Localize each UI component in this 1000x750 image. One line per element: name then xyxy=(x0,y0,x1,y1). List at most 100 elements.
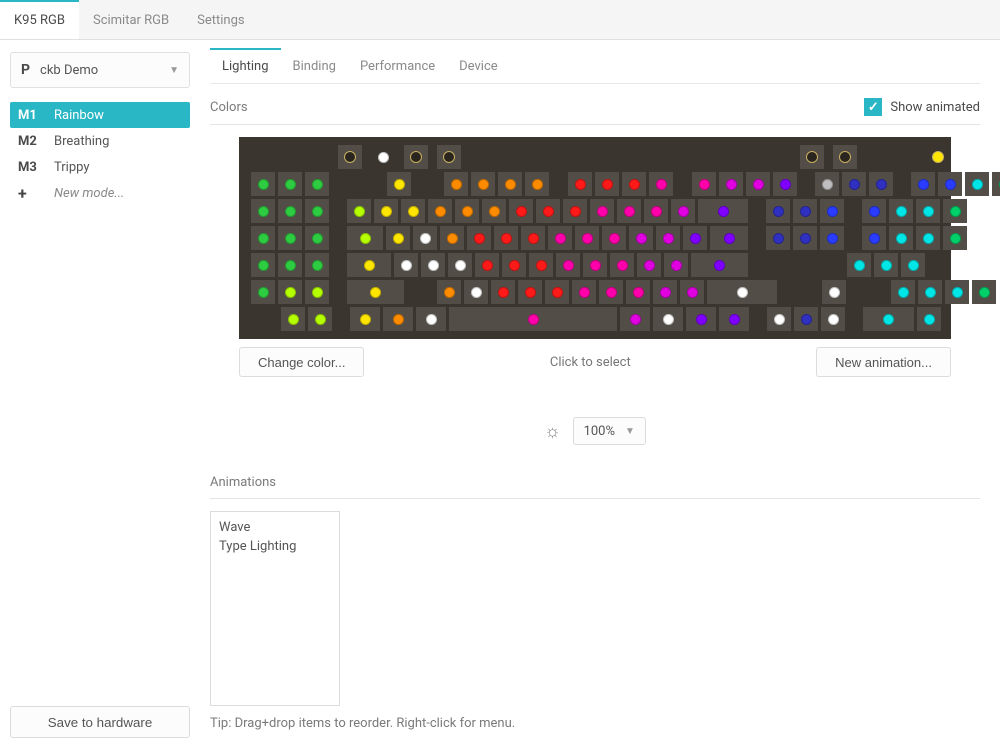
key-led[interactable] xyxy=(599,280,623,304)
key-led[interactable] xyxy=(691,253,748,277)
key-led[interactable] xyxy=(686,307,716,331)
key-led[interactable] xyxy=(278,172,302,196)
key-led[interactable] xyxy=(305,172,329,196)
key-led[interactable] xyxy=(491,280,515,304)
key-led[interactable] xyxy=(575,226,599,250)
key-led[interactable] xyxy=(862,199,886,223)
key-led[interactable] xyxy=(653,280,677,304)
key-led[interactable] xyxy=(889,199,913,223)
key-led[interactable] xyxy=(683,226,707,250)
key-led[interactable] xyxy=(637,253,661,277)
key-led[interactable] xyxy=(482,199,506,223)
change-color-button[interactable]: Change color... xyxy=(239,347,364,377)
key-led[interactable] xyxy=(692,172,716,196)
tab-lighting[interactable]: Lighting xyxy=(210,48,281,83)
tab-device[interactable]: Device xyxy=(447,48,510,83)
key-led[interactable] xyxy=(347,226,383,250)
key-led[interactable] xyxy=(416,307,446,331)
key-led[interactable] xyxy=(820,226,844,250)
key-led[interactable] xyxy=(305,280,329,304)
key-led[interactable] xyxy=(494,226,518,250)
key-led[interactable] xyxy=(583,253,607,277)
tab-binding[interactable]: Binding xyxy=(281,48,348,83)
key-led[interactable] xyxy=(350,307,380,331)
key-led[interactable] xyxy=(401,199,425,223)
key-led[interactable] xyxy=(653,307,683,331)
key-led[interactable] xyxy=(404,145,428,169)
key-led[interactable] xyxy=(521,226,545,250)
key-led[interactable] xyxy=(680,280,704,304)
key-led[interactable] xyxy=(374,199,398,223)
key-led[interactable] xyxy=(820,199,844,223)
key-led[interactable] xyxy=(455,199,479,223)
key-led[interactable] xyxy=(383,307,413,331)
key-led[interactable] xyxy=(629,226,653,250)
key-led[interactable] xyxy=(649,172,673,196)
key-led[interactable] xyxy=(464,280,488,304)
key-led[interactable] xyxy=(251,172,275,196)
key-led[interactable] xyxy=(943,226,967,250)
key-led[interactable] xyxy=(305,199,329,223)
key-led[interactable] xyxy=(671,199,695,223)
device-tab-k95[interactable]: K95 RGB xyxy=(0,0,79,39)
key-led[interactable] xyxy=(874,253,898,277)
key-led[interactable] xyxy=(467,226,491,250)
key-led[interactable] xyxy=(842,172,866,196)
key-led[interactable] xyxy=(617,199,641,223)
key-led[interactable] xyxy=(498,172,522,196)
keyboard-visualizer[interactable] xyxy=(239,137,951,339)
key-led[interactable] xyxy=(938,172,962,196)
key-led[interactable] xyxy=(719,307,749,331)
key-led[interactable] xyxy=(972,280,996,304)
key-led[interactable] xyxy=(766,226,790,250)
animation-item[interactable]: Type Lighting xyxy=(219,537,331,556)
key-led[interactable] xyxy=(656,226,680,250)
key-led[interactable] xyxy=(251,280,275,304)
key-led[interactable] xyxy=(568,172,592,196)
key-led[interactable] xyxy=(475,253,499,277)
key-led[interactable] xyxy=(251,226,275,250)
key-led[interactable] xyxy=(278,226,302,250)
key-led[interactable] xyxy=(595,172,619,196)
key-led[interactable] xyxy=(548,226,572,250)
show-animated-toggle[interactable]: ✓ Show animated xyxy=(864,98,980,116)
key-led[interactable] xyxy=(509,199,533,223)
key-led[interactable] xyxy=(800,145,824,169)
key-led[interactable] xyxy=(338,145,362,169)
key-led[interactable] xyxy=(449,307,617,331)
key-led[interactable] xyxy=(590,199,614,223)
key-led[interactable] xyxy=(664,253,688,277)
key-led[interactable] xyxy=(626,280,650,304)
key-led[interactable] xyxy=(421,253,445,277)
key-led[interactable] xyxy=(525,172,549,196)
key-led[interactable] xyxy=(644,199,668,223)
key-led[interactable] xyxy=(794,307,818,331)
key-led[interactable] xyxy=(502,253,526,277)
key-led[interactable] xyxy=(833,145,857,169)
key-led[interactable] xyxy=(610,253,634,277)
key-led[interactable] xyxy=(471,172,495,196)
key-led[interactable] xyxy=(698,199,748,223)
mode-row[interactable]: M2 Breathing xyxy=(10,128,190,154)
key-led[interactable] xyxy=(992,172,1000,196)
key-led[interactable] xyxy=(529,253,553,277)
key-led[interactable] xyxy=(347,199,371,223)
key-led[interactable] xyxy=(278,199,302,223)
key-led[interactable] xyxy=(448,253,472,277)
key-led[interactable] xyxy=(767,307,791,331)
key-led[interactable] xyxy=(620,307,650,331)
key-led[interactable] xyxy=(862,226,886,250)
key-led[interactable] xyxy=(622,172,646,196)
key-led[interactable] xyxy=(911,172,935,196)
key-led[interactable] xyxy=(847,253,871,277)
key-led[interactable] xyxy=(347,280,404,304)
device-tab-settings[interactable]: Settings xyxy=(183,0,258,39)
key-led[interactable] xyxy=(387,172,411,196)
new-animation-button[interactable]: New animation... xyxy=(816,347,951,377)
key-led[interactable] xyxy=(917,307,941,331)
key-led[interactable] xyxy=(428,199,452,223)
key-led[interactable] xyxy=(815,172,839,196)
key-led[interactable] xyxy=(710,226,748,250)
key-led[interactable] xyxy=(822,280,846,304)
key-led[interactable] xyxy=(707,280,777,304)
